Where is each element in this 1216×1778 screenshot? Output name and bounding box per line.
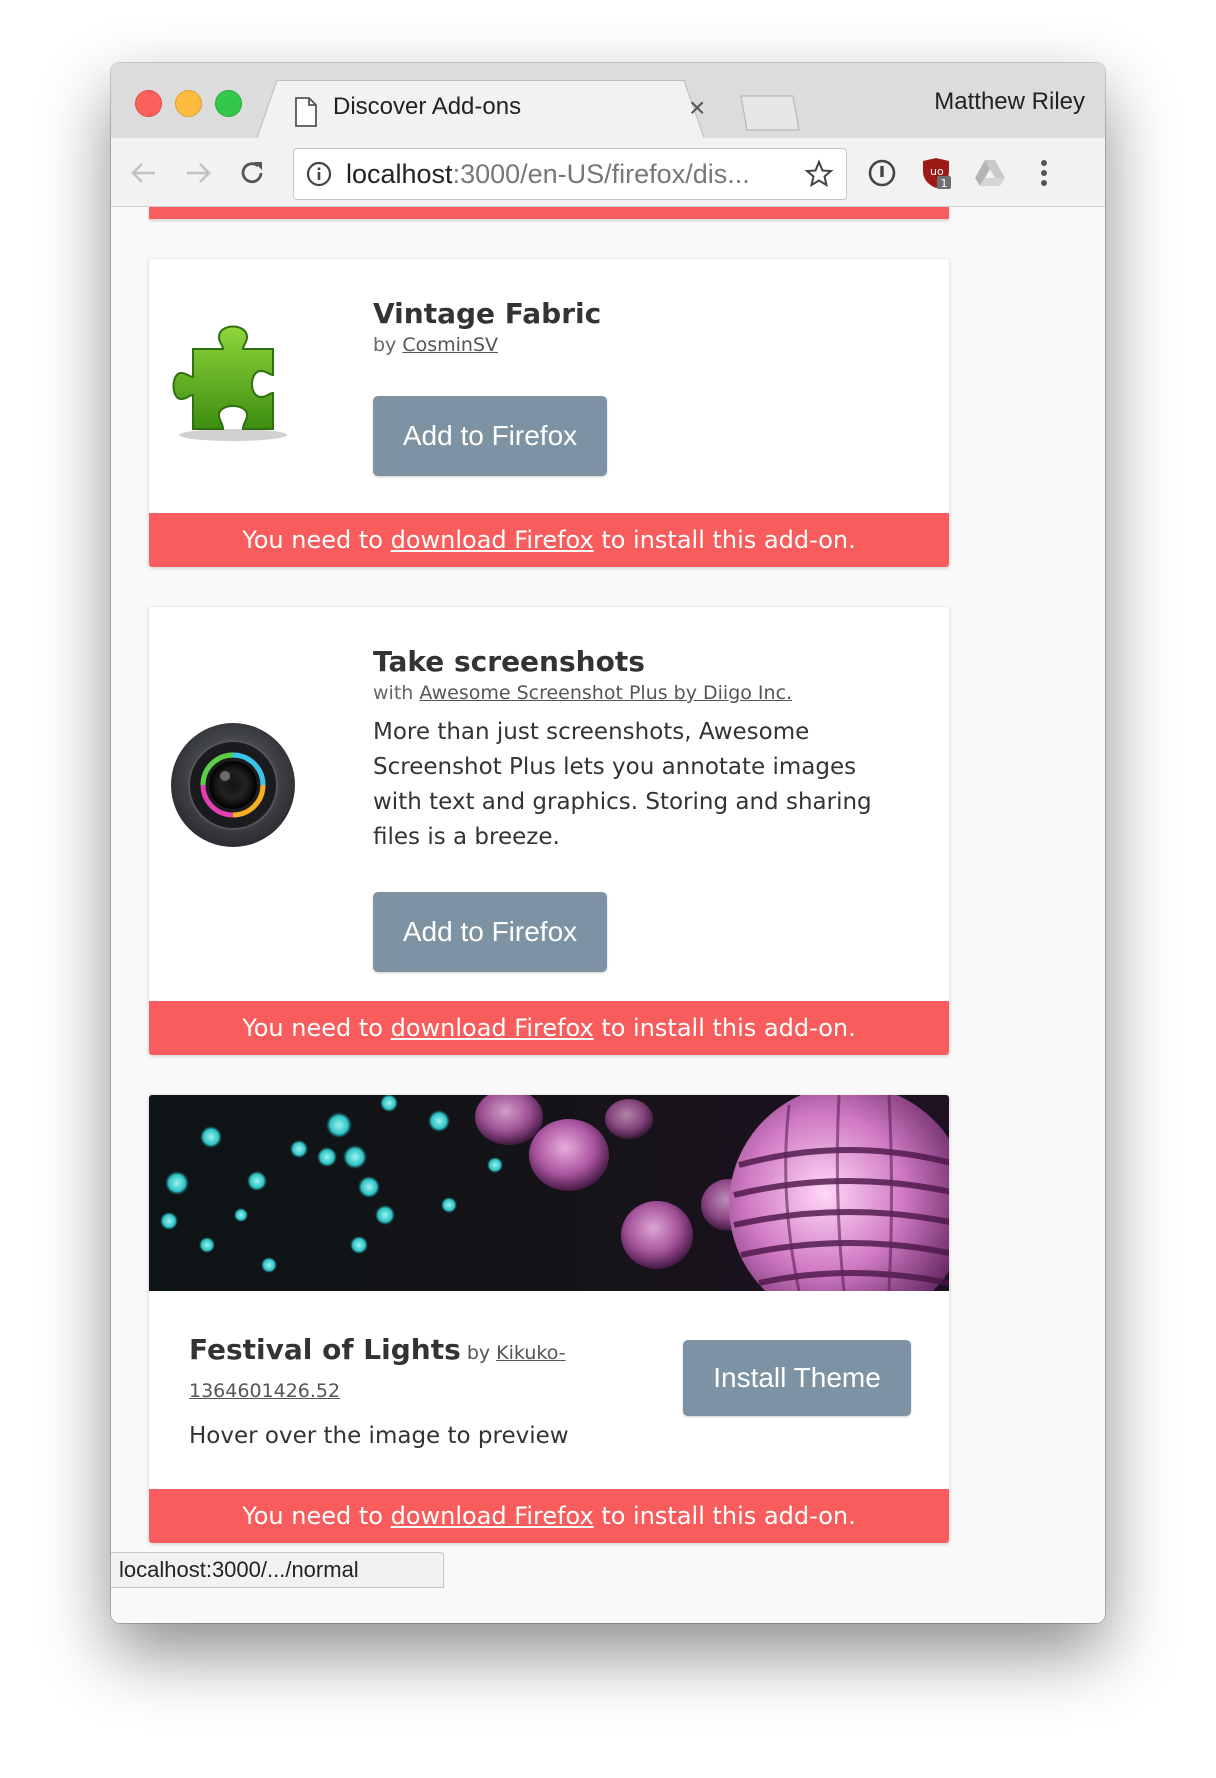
window-minimize-button[interactable]	[175, 90, 202, 117]
window-maximize-button[interactable]	[215, 90, 242, 117]
warning-suffix: to install this add-on.	[601, 1502, 856, 1530]
addon-title: Take screenshots	[373, 645, 645, 678]
status-bar-url: localhost:3000/.../normal	[111, 1552, 444, 1588]
theme-heading: Festival of Lights by Kikuko-1364601426.…	[189, 1331, 569, 1410]
profile-name[interactable]: Matthew Riley	[934, 88, 1085, 116]
info-icon[interactable]	[306, 161, 332, 187]
title-bar: Discover Add-ons × Matthew Riley	[111, 63, 1105, 139]
tab-close-icon[interactable]: ×	[689, 94, 705, 122]
puzzle-piece-icon	[172, 325, 287, 441]
byline-prefix: by	[373, 334, 397, 356]
byline-prefix: by	[466, 1342, 491, 1364]
addon-card: Take screenshots with Awesome Screenshot…	[149, 607, 949, 1055]
add-to-firefox-button[interactable]: Add to Firefox	[373, 892, 607, 972]
forward-arrow-icon[interactable]	[183, 158, 213, 188]
url-path: :3000/en-US/firefox/dis...	[452, 159, 750, 189]
addon-byline: by CosminSV	[373, 334, 498, 356]
page-icon	[295, 97, 317, 127]
download-firefox-warning: You need to download Firefox to install …	[149, 513, 949, 567]
ublock-shield-icon[interactable]: uo 1	[919, 156, 953, 190]
addon-title: Vintage Fabric	[373, 297, 602, 330]
author-link[interactable]: Awesome Screenshot Plus by Diigo Inc.	[419, 682, 792, 704]
addon-card: Vintage Fabric by CosminSV Add to Firefo…	[149, 259, 949, 567]
download-firefox-warning: You need to download Firefox to install …	[149, 1489, 949, 1543]
browser-toolbar: localhost:3000/en-US/firefox/dis... uo 1	[111, 138, 1105, 207]
new-tab-button[interactable]	[737, 95, 801, 131]
theme-preview-hint: Hover over the image to preview	[189, 1423, 569, 1449]
back-arrow-icon[interactable]	[129, 158, 159, 188]
addon-byline: with Awesome Screenshot Plus by Diigo In…	[373, 682, 792, 704]
url-host: localhost	[346, 159, 453, 189]
warning-suffix: to install this add-on.	[601, 1014, 856, 1042]
camera-lens-icon	[171, 723, 295, 847]
page-content: Vintage Fabric by CosminSV Add to Firefo…	[111, 207, 1105, 1623]
warning-prefix: You need to	[242, 1014, 383, 1042]
previous-card-warning-edge	[149, 207, 949, 219]
reload-icon[interactable]	[237, 158, 267, 188]
download-firefox-link[interactable]: download Firefox	[391, 526, 594, 554]
tab-title: Discover Add-ons	[333, 93, 522, 120]
google-drive-icon[interactable]	[973, 156, 1007, 190]
add-to-firefox-button[interactable]: Add to Firefox	[373, 396, 607, 476]
warning-prefix: You need to	[242, 526, 383, 554]
install-theme-button[interactable]: Install Theme	[683, 1340, 911, 1416]
download-firefox-warning: You need to download Firefox to install …	[149, 1001, 949, 1055]
warning-suffix: to install this add-on.	[601, 526, 856, 554]
byline-prefix: with	[373, 682, 414, 704]
window-close-button[interactable]	[135, 90, 162, 117]
author-link[interactable]: CosminSV	[402, 334, 498, 356]
addon-description: More than just screenshots, Awesome Scre…	[373, 719, 872, 850]
extension-badge-count: 1	[941, 177, 948, 190]
password-manager-icon[interactable]	[865, 156, 899, 190]
theme-title: Festival of Lights	[189, 1333, 461, 1366]
url-text[interactable]: localhost:3000/en-US/firefox/dis...	[346, 159, 750, 190]
warning-prefix: You need to	[242, 1502, 383, 1530]
download-firefox-link[interactable]: download Firefox	[391, 1502, 594, 1530]
download-firefox-link[interactable]: download Firefox	[391, 1014, 594, 1042]
browser-window: Discover Add-ons × Matthew Riley localho…	[111, 63, 1105, 1623]
bookmark-star-icon[interactable]	[804, 159, 834, 189]
menu-dots-icon[interactable]	[1027, 156, 1061, 190]
theme-preview-image[interactable]	[149, 1095, 949, 1291]
address-bar[interactable]: localhost:3000/en-US/firefox/dis...	[293, 148, 847, 200]
theme-card: Festival of Lights by Kikuko-1364601426.…	[149, 1095, 949, 1543]
